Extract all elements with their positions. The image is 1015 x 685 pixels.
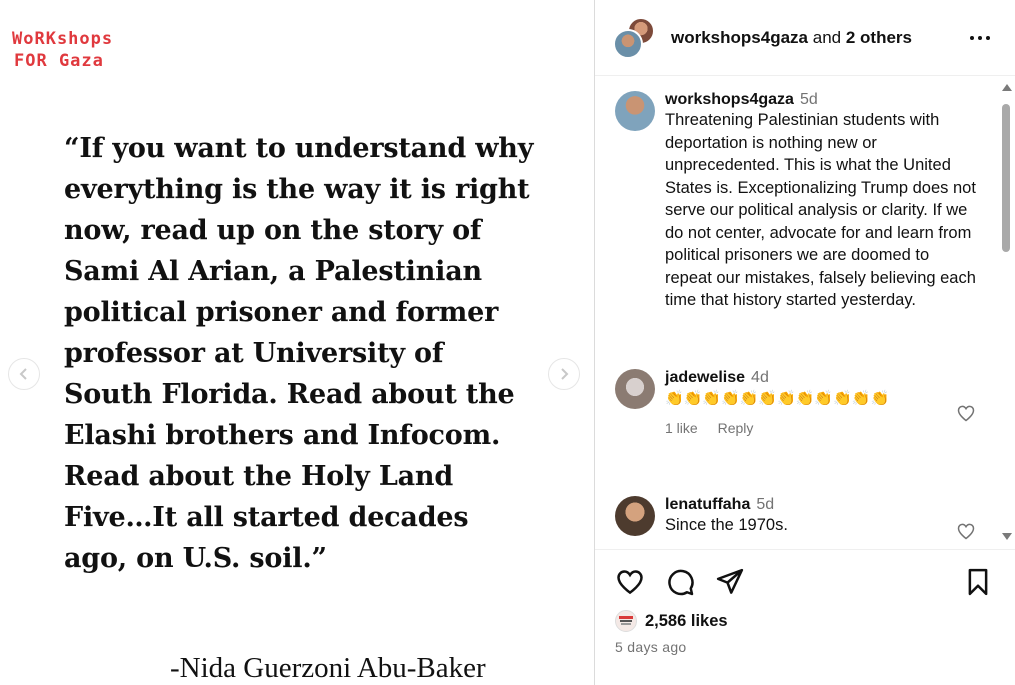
avatar[interactable] <box>615 369 655 409</box>
comment-like-icon[interactable] <box>956 521 976 541</box>
comment-time[interactable]: 5d <box>756 496 774 513</box>
comment-icon[interactable] <box>665 567 695 597</box>
scrollbar-thumb[interactable] <box>1002 104 1010 252</box>
comment-time[interactable]: 4d <box>751 369 769 386</box>
previous-slide-button[interactable] <box>8 358 40 390</box>
caption-text: Threatening Palestinian students with de… <box>665 111 976 309</box>
post-actions: 2,586 likes 5 days ago <box>595 549 1015 685</box>
quote-attribution: -Nida Guerzoni Abu-Baker <box>170 652 486 684</box>
comment-username[interactable]: lenatuffaha <box>665 496 750 513</box>
avatar <box>613 29 643 59</box>
chevron-left-icon <box>19 368 27 380</box>
logo-line-1: WoRKshops <box>12 29 114 49</box>
scroll-down-arrow[interactable] <box>1002 533 1012 540</box>
comment-text: 👏👏👏👏👏👏👏👏👏👏👏👏 <box>665 390 890 407</box>
caption-time[interactable]: 5d <box>800 91 818 108</box>
post-authors: workshops4gaza and 2 others <box>671 28 912 48</box>
post-header: workshops4gaza and 2 others <box>595 0 1015 76</box>
avatar[interactable] <box>615 91 655 131</box>
liker-avatar <box>615 610 637 632</box>
share-icon[interactable] <box>715 567 745 597</box>
quote-text: “If you want to understand why everythin… <box>64 133 534 574</box>
comment-reply-button[interactable]: Reply <box>718 420 754 436</box>
next-slide-button[interactable] <box>548 358 580 390</box>
comments-list: workshops4gaza 5d Threatening Palestinian… <box>595 77 1015 549</box>
workshops-logo: WoRKshops FOR Gaza <box>12 28 113 72</box>
logo-line-2: FOR Gaza <box>14 51 104 71</box>
scroll-up-arrow[interactable] <box>1002 84 1012 91</box>
comment-username[interactable]: jadewelise <box>665 369 745 386</box>
chevron-right-icon <box>561 368 569 380</box>
more-icon <box>970 36 990 40</box>
comment-text: Since the 1970s. <box>665 516 788 534</box>
collab-avatars[interactable] <box>613 17 655 59</box>
post-timestamp[interactable]: 5 days ago <box>615 639 687 655</box>
likes-count[interactable]: 2,586 likes <box>645 612 728 631</box>
post-media: WoRKshops FOR Gaza “If you want to under… <box>0 0 594 685</box>
comment-like-icon[interactable] <box>956 403 976 423</box>
caption-username[interactable]: workshops4gaza <box>665 91 794 108</box>
likes-summary[interactable]: 2,586 likes <box>615 610 728 632</box>
authors-conjunction: and <box>812 28 842 47</box>
other-authors-link[interactable]: 2 others <box>846 28 912 47</box>
more-options-button[interactable] <box>968 26 992 50</box>
comments-scrollbar[interactable] <box>999 84 1013 540</box>
heart-icon[interactable] <box>615 567 645 597</box>
avatar[interactable] <box>615 496 655 536</box>
post-details-panel: workshops4gaza and 2 others workshops4ga… <box>594 0 1015 685</box>
author-username[interactable]: workshops4gaza <box>671 28 808 47</box>
comment-likes[interactable]: 1 like <box>665 420 698 436</box>
bookmark-icon[interactable] <box>963 567 993 597</box>
